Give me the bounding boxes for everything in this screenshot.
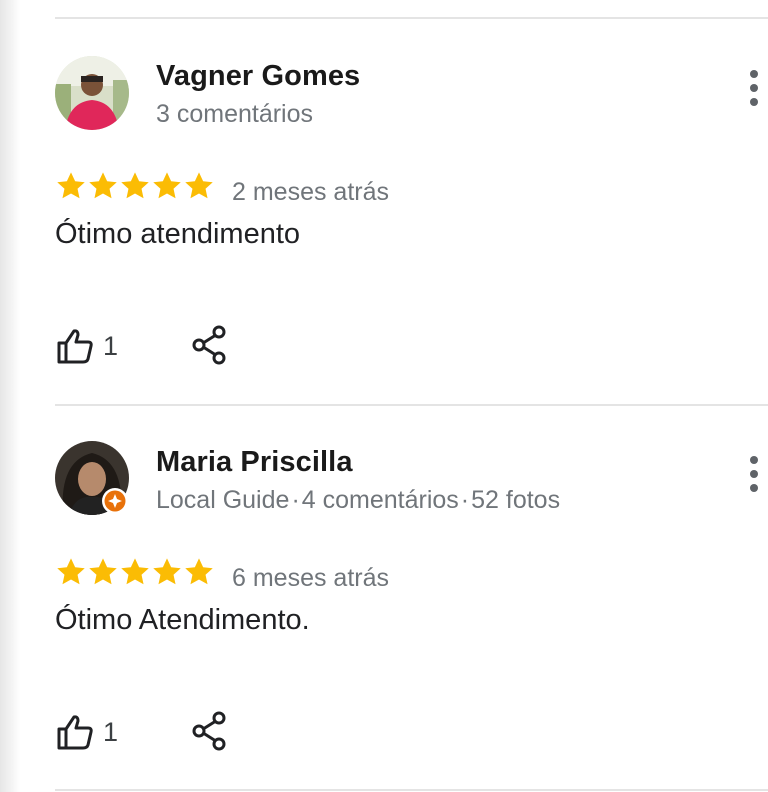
like-button[interactable]: 1 bbox=[55, 322, 135, 370]
divider bbox=[55, 789, 768, 791]
like-button[interactable]: 1 bbox=[55, 708, 135, 756]
share-button[interactable] bbox=[190, 710, 230, 752]
reviewer-avatar[interactable] bbox=[55, 56, 129, 130]
more-vert-icon bbox=[750, 456, 758, 492]
reviewer-name[interactable]: Vagner Gomes bbox=[156, 60, 360, 93]
review-card: Vagner Gomes 3 comentários 2 meses atrás… bbox=[0, 18, 768, 404]
reviewer-meta: 3 comentários bbox=[156, 100, 314, 128]
star-icon bbox=[185, 558, 213, 585]
star-rating bbox=[55, 169, 215, 205]
star-rating bbox=[55, 555, 215, 591]
share-icon bbox=[192, 711, 226, 751]
review-card: Maria Priscilla Local Guide·4 comentário… bbox=[0, 404, 768, 790]
star-icon bbox=[89, 172, 117, 199]
more-options-button[interactable] bbox=[744, 68, 764, 112]
more-vert-icon bbox=[750, 70, 758, 106]
review-count: 4 comentários bbox=[301, 486, 459, 514]
review-time: 2 meses atrás bbox=[232, 178, 390, 206]
local-guide-badge-icon bbox=[102, 488, 128, 514]
more-options-button[interactable] bbox=[744, 454, 764, 498]
star-icon bbox=[121, 172, 149, 199]
thumbs-up-icon bbox=[57, 715, 93, 750]
review-text: Ótimo atendimento bbox=[55, 218, 301, 250]
star-icon bbox=[89, 558, 117, 585]
share-icon bbox=[192, 325, 226, 365]
star-icon bbox=[121, 558, 149, 585]
review-text: Ótimo Atendimento. bbox=[55, 604, 310, 636]
review-time: 6 meses atrás bbox=[232, 564, 390, 592]
star-icon bbox=[153, 558, 181, 585]
like-count: 1 bbox=[103, 716, 119, 747]
star-icon bbox=[153, 172, 181, 199]
reviewer-avatar[interactable] bbox=[55, 441, 129, 515]
meta-separator: · bbox=[291, 486, 300, 514]
photo-count: 52 fotos bbox=[471, 486, 561, 514]
meta-separator: · bbox=[460, 486, 470, 514]
local-guide-label: Local Guide bbox=[156, 486, 290, 514]
star-icon bbox=[57, 558, 85, 585]
reviewer-name[interactable]: Maria Priscilla bbox=[156, 446, 353, 479]
like-count: 1 bbox=[103, 330, 119, 361]
thumbs-up-icon bbox=[57, 329, 93, 364]
star-icon bbox=[185, 172, 213, 199]
star-icon bbox=[57, 172, 85, 199]
reviewer-meta: Local Guide·4 comentários·52 fotos bbox=[156, 486, 560, 515]
share-button[interactable] bbox=[190, 324, 230, 366]
